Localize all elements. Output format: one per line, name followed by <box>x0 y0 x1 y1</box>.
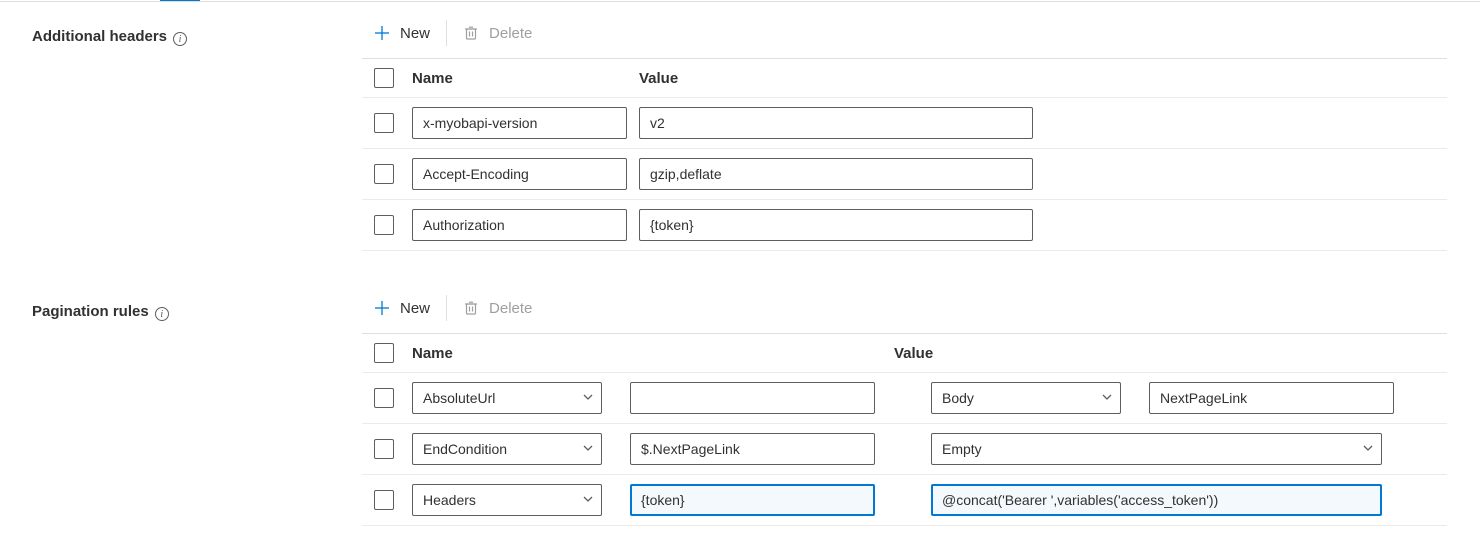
select-value: Empty <box>931 433 1382 465</box>
row-checkbox[interactable] <box>374 164 394 184</box>
section-label-additional-headers: Additional headers i <box>32 20 362 251</box>
section-title: Additional headers <box>32 28 167 45</box>
new-button[interactable]: New <box>362 21 442 46</box>
row-checkbox[interactable] <box>374 113 394 133</box>
row-checkbox[interactable] <box>374 215 394 235</box>
table-row: Headers {token} @concat('Bearer ',variab… <box>362 475 1447 526</box>
headers-toolbar: New Delete <box>362 20 1447 59</box>
row-checkbox[interactable] <box>374 439 394 459</box>
delete-button[interactable]: Delete <box>451 21 544 46</box>
trash-icon <box>463 25 479 41</box>
row-checkbox[interactable] <box>374 490 394 510</box>
delete-button-label: Delete <box>489 300 532 317</box>
section-label-pagination-rules: Pagination rules i <box>32 295 362 526</box>
name-type-select[interactable]: AbsoluteUrl <box>412 382 602 414</box>
header-value-input[interactable]: gzip,deflate <box>639 158 1033 190</box>
section-title: Pagination rules <box>32 303 149 320</box>
value-expression-input[interactable]: @concat('Bearer ',variables('access_toke… <box>931 484 1382 516</box>
select-value: EndCondition <box>412 433 602 465</box>
plus-icon <box>374 300 390 316</box>
column-header-name[interactable]: Name <box>412 345 882 362</box>
value-extra-input[interactable]: NextPageLink <box>1149 382 1394 414</box>
select-value: Headers <box>412 484 602 516</box>
new-button-label: New <box>400 300 430 317</box>
header-name-input[interactable]: Authorization <box>412 209 627 241</box>
delete-button[interactable]: Delete <box>451 296 544 321</box>
pagination-table-header: Name Value <box>362 334 1447 373</box>
pagination-toolbar: New Delete <box>362 295 1447 334</box>
name-extra-input[interactable]: $.NextPageLink <box>630 433 875 465</box>
select-value: AbsoluteUrl <box>412 382 602 414</box>
name-type-select[interactable]: Headers <box>412 484 602 516</box>
select-all-checkbox[interactable] <box>374 68 394 88</box>
value-type-select[interactable]: Empty <box>931 433 1382 465</box>
name-extra-input[interactable] <box>630 382 875 414</box>
headers-table-header: Name Value <box>362 59 1447 98</box>
table-row: Accept-Encoding gzip,deflate <box>362 149 1447 200</box>
header-value-input[interactable]: {token} <box>639 209 1033 241</box>
info-icon[interactable]: i <box>173 32 187 46</box>
header-name-input[interactable]: Accept-Encoding <box>412 158 627 190</box>
column-header-name[interactable]: Name <box>412 70 627 87</box>
info-icon[interactable]: i <box>155 307 169 321</box>
toolbar-separator <box>446 20 447 46</box>
trash-icon <box>463 300 479 316</box>
row-checkbox[interactable] <box>374 388 394 408</box>
plus-icon <box>374 25 390 41</box>
table-row: Authorization {token} <box>362 200 1447 251</box>
header-name-input[interactable]: x-myobapi-version <box>412 107 627 139</box>
new-button-label: New <box>400 25 430 42</box>
delete-button-label: Delete <box>489 25 532 42</box>
table-row: EndCondition $.NextPageLink Empty <box>362 424 1447 475</box>
new-button[interactable]: New <box>362 296 442 321</box>
name-extra-input[interactable]: {token} <box>630 484 875 516</box>
select-value: Body <box>931 382 1121 414</box>
table-row: AbsoluteUrl Body NextPageLink <box>362 373 1447 424</box>
name-type-select[interactable]: EndCondition <box>412 433 602 465</box>
column-header-value[interactable]: Value <box>639 70 1435 87</box>
select-all-checkbox[interactable] <box>374 343 394 363</box>
column-header-value[interactable]: Value <box>894 345 1435 362</box>
toolbar-separator <box>446 295 447 321</box>
value-type-select[interactable]: Body <box>931 382 1121 414</box>
table-row: x-myobapi-version v2 <box>362 98 1447 149</box>
header-value-input[interactable]: v2 <box>639 107 1033 139</box>
